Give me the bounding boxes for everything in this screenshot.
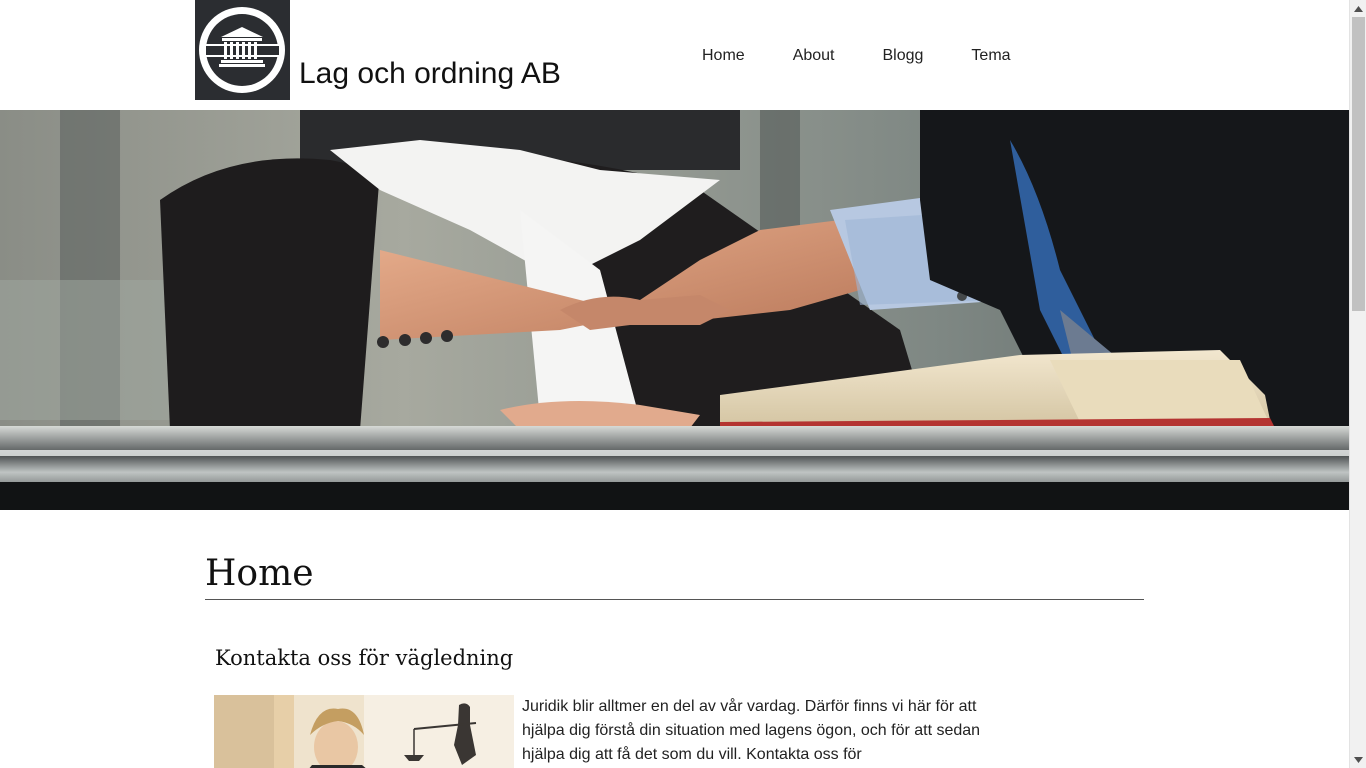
nav-link-tema[interactable]: Tema <box>947 46 1034 66</box>
nav-link-about[interactable]: About <box>769 46 859 66</box>
nav-link-blogg[interactable]: Blogg <box>859 46 948 66</box>
hero-image <box>0 110 1349 510</box>
page-title: Home <box>205 550 1144 600</box>
main-nav: Home About Blogg Tema <box>678 46 1035 66</box>
lawyer-with-justice-statue-photo <box>214 695 514 768</box>
arrow-down-icon <box>1354 756 1363 763</box>
site-title[interactable]: Lag och ordning AB <box>299 57 561 91</box>
main-content: Home Kontakta oss för vägledning Juridik… <box>205 550 1144 768</box>
site-header: Lag och ordning AB Home About Blogg Tema <box>0 0 1349 110</box>
scrollbar-thumb[interactable] <box>1352 17 1365 311</box>
article-text: Juridik blir alltmer en del av vår varda… <box>522 698 981 763</box>
section-heading: Kontakta oss för vägledning <box>215 646 514 670</box>
nav-link-home[interactable]: Home <box>678 46 769 66</box>
web-page: Lag och ordning AB Home About Blogg Tema <box>0 0 1349 768</box>
arrow-up-icon <box>1354 5 1363 12</box>
vertical-scrollbar[interactable] <box>1349 0 1366 768</box>
site-logo[interactable] <box>195 0 290 100</box>
scroll-down-button[interactable] <box>1350 751 1366 768</box>
scroll-up-button[interactable] <box>1350 0 1366 17</box>
article-image <box>214 695 514 768</box>
handshake-over-desk-photo <box>0 110 1349 510</box>
courthouse-icon <box>195 0 290 100</box>
